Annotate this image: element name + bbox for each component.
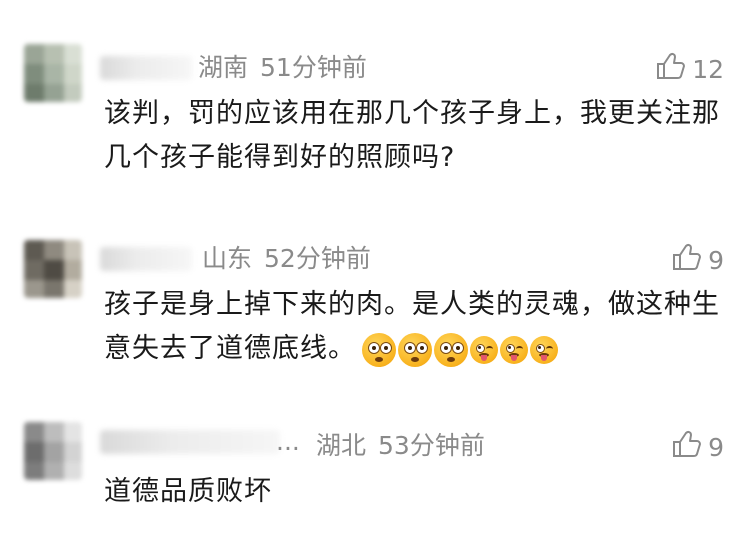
avatar[interactable] <box>24 240 82 298</box>
username-blurred[interactable] <box>100 430 280 454</box>
username-blurred[interactable] <box>100 56 192 80</box>
username-ellipsis: ... <box>276 427 300 456</box>
comment-text: 道德品质败坏 <box>104 476 272 507</box>
avatar[interactable] <box>24 422 82 480</box>
winking-tongue-face-icon <box>530 335 558 364</box>
thumbs-up-icon <box>672 243 708 279</box>
like-button[interactable]: 12 <box>656 52 724 88</box>
emoji-group <box>362 332 560 367</box>
comment-text: 孩子是身上掉下来的肉。是人类的灵魂，做这种生意失去了道德底线。 <box>104 283 724 371</box>
like-button[interactable]: 9 <box>672 430 724 466</box>
thumbs-up-icon <box>656 52 692 88</box>
timestamp: 52分钟前 <box>264 244 371 273</box>
comment-text: 该判，罚的应该用在那几个孩子身上，我更关注那几个孩子能得到好的照顾吗? <box>104 98 720 173</box>
winking-tongue-face-icon <box>500 335 528 364</box>
timestamp: 53分钟前 <box>378 431 485 460</box>
like-count: 12 <box>692 55 724 84</box>
flushed-face-icon <box>362 332 396 367</box>
username-blurred[interactable] <box>100 247 192 271</box>
like-count: 9 <box>708 246 724 275</box>
location-label: 湖北 <box>316 431 367 460</box>
timestamp: 51分钟前 <box>260 53 367 82</box>
comment-meta: 湖南 51分钟前 <box>198 52 367 84</box>
thumbs-up-icon <box>672 430 708 466</box>
like-button[interactable]: 9 <box>672 243 724 279</box>
avatar[interactable] <box>24 44 82 102</box>
flushed-face-icon <box>398 332 432 367</box>
winking-tongue-face-icon <box>470 335 498 364</box>
flushed-face-icon <box>434 332 468 367</box>
location-label: 山东 <box>202 244 253 273</box>
location-label: 湖南 <box>198 53 249 82</box>
like-count: 9 <box>708 433 724 462</box>
comment-meta: 湖北 53分钟前 <box>316 430 485 462</box>
comment-meta: 山东 52分钟前 <box>202 243 371 275</box>
